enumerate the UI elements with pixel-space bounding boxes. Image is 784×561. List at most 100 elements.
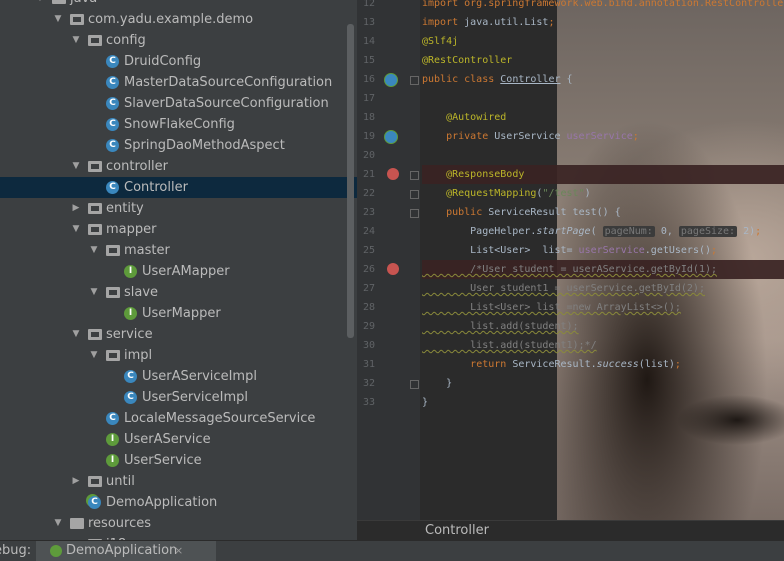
- collapse-arrow-icon[interactable]: ▼: [34, 0, 46, 9]
- line-number[interactable]: 14: [357, 32, 375, 51]
- expand-arrow-icon[interactable]: ▶: [70, 471, 82, 492]
- code-line[interactable]: private UserService userService;: [422, 127, 784, 146]
- line-number[interactable]: 15: [357, 51, 375, 70]
- tree-item-entity[interactable]: ▶ entity: [0, 198, 357, 219]
- tree-item-snowflakeconfig[interactable]: C SnowFlakeConfig: [0, 114, 357, 135]
- code-line[interactable]: @RestController: [422, 51, 784, 70]
- code-line[interactable]: public ServiceResult test() {: [422, 203, 784, 222]
- collapse-arrow-icon[interactable]: ▼: [70, 324, 82, 345]
- line-number[interactable]: 12: [357, 0, 375, 13]
- tree-item-master[interactable]: ▼ master: [0, 240, 357, 261]
- tree-item-com-yadu-example-demo[interactable]: ▼ com.yadu.example.demo: [0, 9, 357, 30]
- collapse-arrow-icon[interactable]: ▼: [70, 219, 82, 240]
- code-line[interactable]: [422, 89, 784, 108]
- line-number[interactable]: 13: [357, 13, 375, 32]
- collapse-arrow-icon[interactable]: ▼: [88, 282, 100, 303]
- line-number[interactable]: 21: [357, 165, 375, 184]
- line-number[interactable]: 16: [357, 70, 375, 89]
- line-number[interactable]: 28: [357, 298, 375, 317]
- fold-marker-icon[interactable]: [410, 380, 419, 389]
- tree-item-impl[interactable]: ▼ impl: [0, 345, 357, 366]
- code-line[interactable]: List<User> list= userService.getUsers();: [422, 241, 784, 260]
- editor-gutter[interactable]: 12 13 14 15 16 17 18 19 20 21 22 23 24 25 26 27 28 29 30 31…: [357, 0, 420, 520]
- tree-item-demoapplication[interactable]: C DemoApplication: [0, 492, 357, 513]
- tree-item-until[interactable]: ▶ until: [0, 471, 357, 492]
- project-tree[interactable]: ▼ java ▼ com.yadu.example.demo ▼ config C Druid…: [0, 0, 357, 540]
- tree-item-masterdatasourceconfiguration[interactable]: C MasterDataSourceConfiguration: [0, 72, 357, 93]
- code-line[interactable]: User student1 = userService.getById(2);: [422, 279, 784, 298]
- tree-item-localemessagesourceservice[interactable]: C LocaleMessageSourceService: [0, 408, 357, 429]
- breakpoint-icon[interactable]: [387, 168, 399, 180]
- tree-item-druidconfig[interactable]: C DruidConfig: [0, 51, 357, 72]
- collapse-arrow-icon[interactable]: ▼: [88, 345, 100, 366]
- line-number[interactable]: 20: [357, 146, 375, 165]
- code-line[interactable]: @Slf4j: [422, 32, 784, 51]
- collapse-arrow-icon[interactable]: ▼: [52, 513, 64, 534]
- tree-item-useraservice[interactable]: I UserAService: [0, 429, 357, 450]
- breadcrumb[interactable]: Controller: [357, 520, 784, 541]
- tree-item-usermapper[interactable]: I UserMapper: [0, 303, 357, 324]
- line-number[interactable]: 22: [357, 184, 375, 203]
- code-line[interactable]: PageHelper.startPage( pageNum: 0, pageSi…: [422, 222, 784, 241]
- code-line[interactable]: list.add(student1);*/: [422, 336, 784, 355]
- class-spring-icon[interactable]: [384, 73, 398, 87]
- line-number[interactable]: 25: [357, 241, 375, 260]
- breakpoint-icon[interactable]: [387, 263, 399, 275]
- tree-item-mapper[interactable]: ▼ mapper: [0, 219, 357, 240]
- code-line[interactable]: @ResponseBody: [422, 165, 784, 184]
- tree-item-controller[interactable]: C Controller: [0, 177, 357, 198]
- autowired-icon[interactable]: [384, 130, 398, 144]
- tree-item-controller[interactable]: ▼ controller: [0, 156, 357, 177]
- code-line[interactable]: return ServiceResult.success(list);: [422, 355, 784, 374]
- code-line[interactable]: }: [422, 374, 784, 393]
- tree-scrollbar[interactable]: [347, 24, 354, 338]
- collapse-arrow-icon[interactable]: ▼: [88, 240, 100, 261]
- line-number[interactable]: 27: [357, 279, 375, 298]
- code-line[interactable]: /*User student = userAService.getById(1)…: [422, 260, 784, 279]
- tree-item-springdaomethodaspect[interactable]: C SpringDaoMethodAspect: [0, 135, 357, 156]
- tree-item-useramapper[interactable]: I UserAMapper: [0, 261, 357, 282]
- fold-marker-icon[interactable]: [410, 209, 419, 218]
- code-line[interactable]: public class Controller {: [422, 70, 784, 89]
- close-icon[interactable]: ×: [174, 541, 183, 561]
- tree-item-useraserviceimpl[interactable]: C UserAServiceImpl: [0, 366, 357, 387]
- fold-marker-icon[interactable]: [410, 76, 419, 85]
- debug-tab-demoapplication[interactable]: DemoApplication ×: [36, 541, 216, 561]
- expand-arrow-icon[interactable]: ▶: [70, 198, 82, 219]
- tree-item-resources[interactable]: ▼ resources: [0, 513, 357, 534]
- line-number[interactable]: 24: [357, 222, 375, 241]
- line-number[interactable]: 31: [357, 355, 375, 374]
- tree-item-service[interactable]: ▼ service: [0, 324, 357, 345]
- code-line[interactable]: import org.springframework.web.bind.anno…: [422, 0, 784, 13]
- fold-marker-icon[interactable]: [410, 190, 419, 199]
- fold-marker-icon[interactable]: [410, 171, 419, 180]
- collapse-arrow-icon[interactable]: ▼: [52, 9, 64, 30]
- tree-item-java[interactable]: ▼ java: [0, 0, 357, 9]
- line-number[interactable]: 30: [357, 336, 375, 355]
- code-line[interactable]: List<User> list =new ArrayList<>();: [422, 298, 784, 317]
- collapse-arrow-icon[interactable]: ▼: [70, 30, 82, 51]
- line-number[interactable]: 19: [357, 127, 375, 146]
- tree-item-userserviceimpl[interactable]: C UserServiceImpl: [0, 387, 357, 408]
- line-number[interactable]: 33: [357, 393, 375, 412]
- code-line[interactable]: import java.util.List;: [422, 13, 784, 32]
- tree-item-userservice[interactable]: I UserService: [0, 450, 357, 471]
- collapse-arrow-icon[interactable]: ▼: [70, 156, 82, 177]
- code-line[interactable]: }: [422, 393, 784, 412]
- line-number[interactable]: 29: [357, 317, 375, 336]
- code-line[interactable]: list.add(student);: [422, 317, 784, 336]
- code-line[interactable]: @RequestMapping("/test"): [422, 184, 784, 203]
- line-number[interactable]: 18: [357, 108, 375, 127]
- line-number[interactable]: 32: [357, 374, 375, 393]
- code-token: @RestController: [422, 55, 513, 66]
- tree-item-config[interactable]: ▼ config: [0, 30, 357, 51]
- code-line[interactable]: @Autowired: [422, 108, 784, 127]
- line-number[interactable]: 17: [357, 89, 375, 108]
- line-number[interactable]: 26: [357, 260, 375, 279]
- tree-item-slave[interactable]: ▼ slave: [0, 282, 357, 303]
- code-line[interactable]: [422, 146, 784, 165]
- code-editor[interactable]: 12 13 14 15 16 17 18 19 20 21 22 23 24 25 26 27 28 29 30 31…: [357, 0, 784, 520]
- line-number[interactable]: 23: [357, 203, 375, 222]
- breadcrumb-controller[interactable]: Controller: [425, 521, 489, 541]
- tree-item-slaverdatasourceconfiguration[interactable]: C SlaverDataSourceConfiguration: [0, 93, 357, 114]
